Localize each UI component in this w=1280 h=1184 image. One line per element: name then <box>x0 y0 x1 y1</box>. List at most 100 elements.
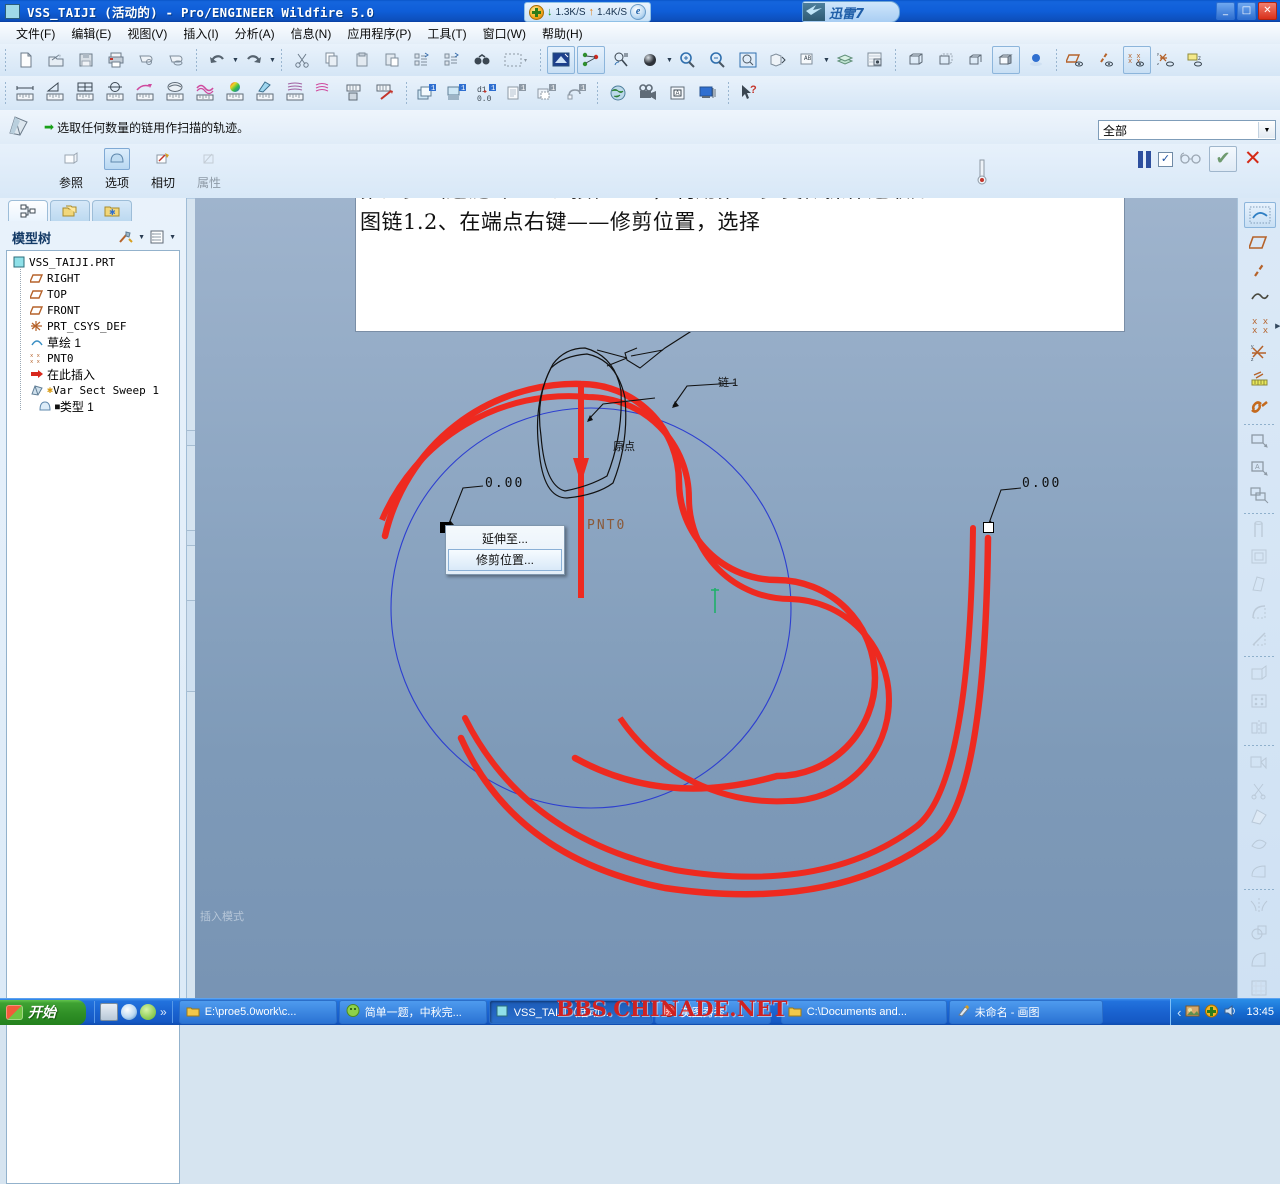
menu-applications[interactable]: 应用程序(P) <box>339 23 419 44</box>
curve-icon[interactable] <box>1244 284 1276 310</box>
no-hidden-icon[interactable] <box>962 46 990 74</box>
preview-glasses-icon[interactable] <box>1180 151 1202 168</box>
tree-item-right[interactable]: RIGHT <box>7 270 179 286</box>
ie-icon[interactable]: e <box>630 4 647 20</box>
section-analysis-icon[interactable] <box>282 79 310 107</box>
paste-icon[interactable] <box>348 46 376 74</box>
sweep-blend-icon[interactable] <box>1244 482 1276 508</box>
zoom-in-icon[interactable] <box>674 46 702 74</box>
display-caret-icon[interactable]: ▼ <box>169 234 176 241</box>
redo-icon[interactable] <box>240 46 268 74</box>
text-annotation-icon[interactable]: A <box>664 79 692 107</box>
shading-icon[interactable] <box>637 46 665 74</box>
tab-options[interactable]: 选项 <box>94 147 140 191</box>
filter-dropdown[interactable]: 全部 ▼ <box>1098 120 1276 140</box>
left-dimension-label[interactable]: 0.00 <box>485 476 524 491</box>
tree-item-insert-here[interactable]: 在此插入 <box>7 366 179 382</box>
graphics-window[interactable]: 0.00 0.00 原点 链 1 PNT0 插入模式 第四步（选链1）：1、按住… <box>195 198 1237 998</box>
download-speed-widget[interactable]: ↓ 1.3K/S ↑ 1.4K/S e <box>524 2 652 22</box>
draft-analysis-icon[interactable] <box>252 79 280 107</box>
tray-expand-icon[interactable]: ‹ <box>1177 1005 1181 1020</box>
send-mail-icon[interactable] <box>132 46 160 74</box>
tree-item-pnt0[interactable]: x xx x PNT0 <box>7 350 179 366</box>
tree-item-type[interactable]: ■ 类型 1 <box>7 398 179 414</box>
curve-analysis-icon[interactable] <box>192 79 220 107</box>
regenerate-icon[interactable] <box>408 46 436 74</box>
red-swept-chains[interactable] <box>381 380 988 825</box>
camera-icon[interactable] <box>634 79 662 107</box>
save-analysis-icon[interactable] <box>342 79 370 107</box>
window-list-icon[interactable]: 1 <box>443 79 471 107</box>
measure-diameter-icon[interactable] <box>102 79 130 107</box>
chain-endpoint-right[interactable] <box>983 522 994 533</box>
send-link-icon[interactable] <box>162 46 190 74</box>
context-menu-item-extend[interactable]: 延伸至... <box>448 529 562 549</box>
sketch-curve-icon[interactable] <box>1243 202 1276 229</box>
ie-icon[interactable] <box>121 1004 137 1020</box>
open-folder-icon[interactable] <box>42 46 70 74</box>
menu-insert[interactable]: 插入(I) <box>175 23 226 44</box>
tree-item-part[interactable]: VSS_TAIJI.PRT <box>7 254 179 270</box>
tab-properties[interactable]: 属性 <box>186 147 232 191</box>
pause-button[interactable] <box>1138 150 1151 168</box>
datum-display-icon[interactable] <box>577 46 605 74</box>
shaded-reflection-icon[interactable] <box>1022 46 1050 74</box>
revolve-icon[interactable]: A <box>1244 455 1276 481</box>
photo-icon[interactable] <box>1185 1004 1200 1021</box>
xunlei-tab[interactable]: 迅雷7 <box>802 1 900 23</box>
model-tree[interactable]: VSS_TAIJI.PRT RIGHT TOP FRONT PRT_CSYS_D… <box>6 250 180 1184</box>
paste-special-icon[interactable] <box>378 46 406 74</box>
screen-capture-icon[interactable] <box>694 79 722 107</box>
cancel-button[interactable]: ✕ <box>1244 148 1262 169</box>
accept-button[interactable]: ✔ <box>1209 146 1237 172</box>
new-window-icon[interactable]: 1 <box>413 79 441 107</box>
thickness-icon[interactable] <box>312 79 340 107</box>
datum-axis-icon[interactable] <box>1244 257 1276 283</box>
saved-view-icon[interactable] <box>764 46 792 74</box>
dim-tol-icon[interactable]: d1 0.0 1 <box>473 79 501 107</box>
help-pointer-icon[interactable]: ? <box>735 79 763 107</box>
copy-window-icon[interactable]: 1 <box>533 79 561 107</box>
cut-icon[interactable] <box>288 46 316 74</box>
menu-file[interactable]: 文件(F) <box>8 23 63 44</box>
datum-csys-icon[interactable]: yz <box>1244 339 1276 365</box>
task-paint[interactable]: 未命名 - 画图 <box>948 1000 1103 1024</box>
datum-csys-icon[interactable]: yz <box>1153 46 1181 74</box>
menu-window[interactable]: 窗口(W) <box>475 23 534 44</box>
favorites-tab[interactable]: ✱ <box>92 200 132 221</box>
copy-icon[interactable] <box>318 46 346 74</box>
find-icon[interactable] <box>468 46 496 74</box>
new-file-icon[interactable] <box>12 46 40 74</box>
measure-area-icon[interactable] <box>72 79 100 107</box>
start-button[interactable]: 开始 <box>0 999 86 1025</box>
xunlei-tray-icon[interactable] <box>1204 1004 1219 1021</box>
shading-caret-icon[interactable]: ▼ <box>666 47 673 73</box>
annotation-caret-icon[interactable]: ▼ <box>823 47 830 73</box>
flyout-arrow-icon[interactable]: ▶ <box>1275 322 1280 330</box>
context-menu[interactable]: 延伸至... 修剪位置... <box>445 525 565 575</box>
annotation-icon[interactable]: AB <box>794 46 822 74</box>
clock[interactable]: 13:45 <box>1246 1006 1274 1018</box>
right-dimension-label[interactable]: 0.00 <box>1022 476 1061 491</box>
extrude-icon[interactable] <box>1244 428 1276 454</box>
undo-caret-icon[interactable]: ▼ <box>232 47 239 73</box>
note-icon[interactable]: 1 <box>503 79 531 107</box>
datum-point-icon[interactable]: x xx x <box>1123 46 1151 74</box>
media-player-icon[interactable] <box>100 1003 118 1021</box>
model-tree-tab[interactable] <box>8 200 48 221</box>
menu-analysis[interactable]: 分析(A) <box>227 23 283 44</box>
datum-point-icon[interactable]: ▶ x xx x <box>1244 311 1280 337</box>
redo-caret-icon[interactable]: ▼ <box>269 47 276 73</box>
menu-info[interactable]: 信息(N) <box>283 23 340 44</box>
selection-box-icon[interactable] <box>498 46 534 74</box>
delete-analysis-icon[interactable] <box>372 79 400 107</box>
globe-icon[interactable] <box>604 79 632 107</box>
datum-plane-icon[interactable] <box>1063 46 1091 74</box>
tree-item-var-sect-sweep[interactable]: ✱ Var Sect Sweep 1 <box>7 382 179 398</box>
model-player-icon[interactable] <box>861 46 889 74</box>
measure-distance-icon[interactable] <box>12 79 40 107</box>
color-map-icon[interactable] <box>222 79 250 107</box>
tree-item-csys[interactable]: PRT_CSYS_DEF <box>7 318 179 334</box>
repaint-icon[interactable] <box>547 46 575 74</box>
datum-tag-icon[interactable]: z <box>1183 46 1211 74</box>
